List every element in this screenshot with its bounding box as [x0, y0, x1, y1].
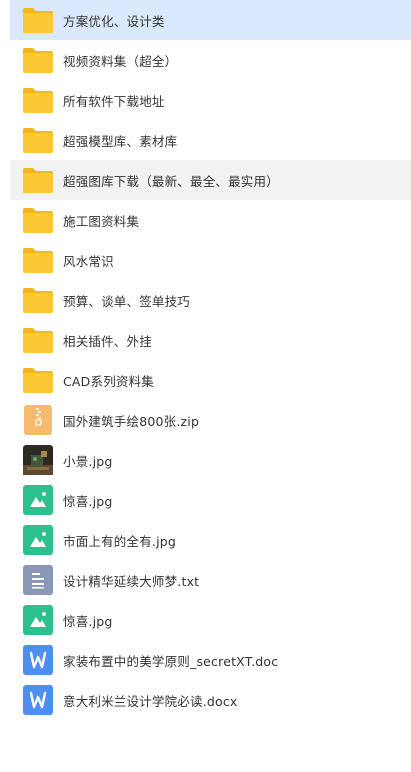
file-name: 风水常识 — [63, 253, 114, 269]
file-name: 小景.jpg — [63, 453, 113, 469]
file-list-item[interactable]: 超强图库下载（最新、最全、最实用） — [10, 160, 411, 200]
folder-icon — [22, 365, 54, 395]
file-name: 家装布置中的美学原则_secretXT.doc — [63, 653, 279, 669]
file-name: 设计精华延续大师梦.txt — [63, 573, 200, 589]
file-list-item[interactable]: 所有软件下载地址 — [10, 80, 411, 120]
folder-icon — [22, 45, 54, 75]
file-list-item[interactable]: 惊喜.jpg — [10, 480, 411, 520]
file-name: 施工图资料集 — [63, 213, 140, 229]
zip-file-icon — [22, 405, 54, 435]
file-list-item[interactable]: 惊喜.jpg — [10, 600, 411, 640]
folder-icon — [22, 5, 54, 35]
file-list-item[interactable]: 小景.jpg — [10, 440, 411, 480]
image-file-icon — [22, 525, 54, 555]
file-list-item[interactable]: 相关插件、外挂 — [10, 320, 411, 360]
file-name: 预算、谈单、签单技巧 — [63, 293, 191, 309]
file-name: 市面上有的全有.jpg — [63, 533, 177, 549]
file-name: 所有软件下载地址 — [63, 93, 165, 109]
file-list-item[interactable]: 施工图资料集 — [10, 200, 411, 240]
folder-icon — [22, 85, 54, 115]
image-file-icon — [22, 605, 54, 635]
file-name: 方案优化、设计类 — [63, 13, 165, 29]
file-list-item[interactable]: 家装布置中的美学原则_secretXT.doc — [10, 640, 411, 680]
file-list-item[interactable]: 风水常识 — [10, 240, 411, 280]
file-list-item[interactable]: 方案优化、设计类 — [10, 0, 411, 40]
file-name: 视频资料集（超全） — [63, 53, 178, 69]
file-list-item[interactable]: 超强模型库、素材库 — [10, 120, 411, 160]
word-doc-icon — [22, 645, 54, 675]
folder-icon — [22, 165, 54, 195]
file-list-item[interactable]: 市面上有的全有.jpg — [10, 520, 411, 560]
file-list-item[interactable]: 设计精华延续大师梦.txt — [10, 560, 411, 600]
file-name: 超强模型库、素材库 — [63, 133, 178, 149]
file-list-item[interactable]: 意大利米兰设计学院必读.docx — [10, 680, 411, 720]
folder-icon — [22, 285, 54, 315]
file-list-item[interactable]: CAD系列资料集 — [10, 360, 411, 400]
folder-icon — [22, 245, 54, 275]
text-file-icon — [22, 565, 54, 595]
file-list: 方案优化、设计类 视频资料集（超全） 所有软件下载地址 超强模型库、素材库 超强… — [0, 0, 411, 720]
file-name: 国外建筑手绘800张.zip — [63, 413, 200, 429]
file-name: 惊喜.jpg — [63, 493, 113, 509]
file-list-item[interactable]: 国外建筑手绘800张.zip — [10, 400, 411, 440]
file-list-item[interactable]: 预算、谈单、签单技巧 — [10, 280, 411, 320]
file-list-item[interactable]: 视频资料集（超全） — [10, 40, 411, 80]
photo-thumbnail-icon — [22, 445, 54, 475]
file-name: 意大利米兰设计学院必读.docx — [63, 693, 238, 709]
file-name: 相关插件、外挂 — [63, 333, 152, 349]
folder-icon — [22, 205, 54, 235]
file-name: 惊喜.jpg — [63, 613, 113, 629]
folder-icon — [22, 325, 54, 355]
folder-icon — [22, 125, 54, 155]
image-file-icon — [22, 485, 54, 515]
file-name: CAD系列资料集 — [63, 373, 155, 389]
word-doc-icon — [22, 685, 54, 715]
file-name: 超强图库下载（最新、最全、最实用） — [63, 173, 279, 189]
